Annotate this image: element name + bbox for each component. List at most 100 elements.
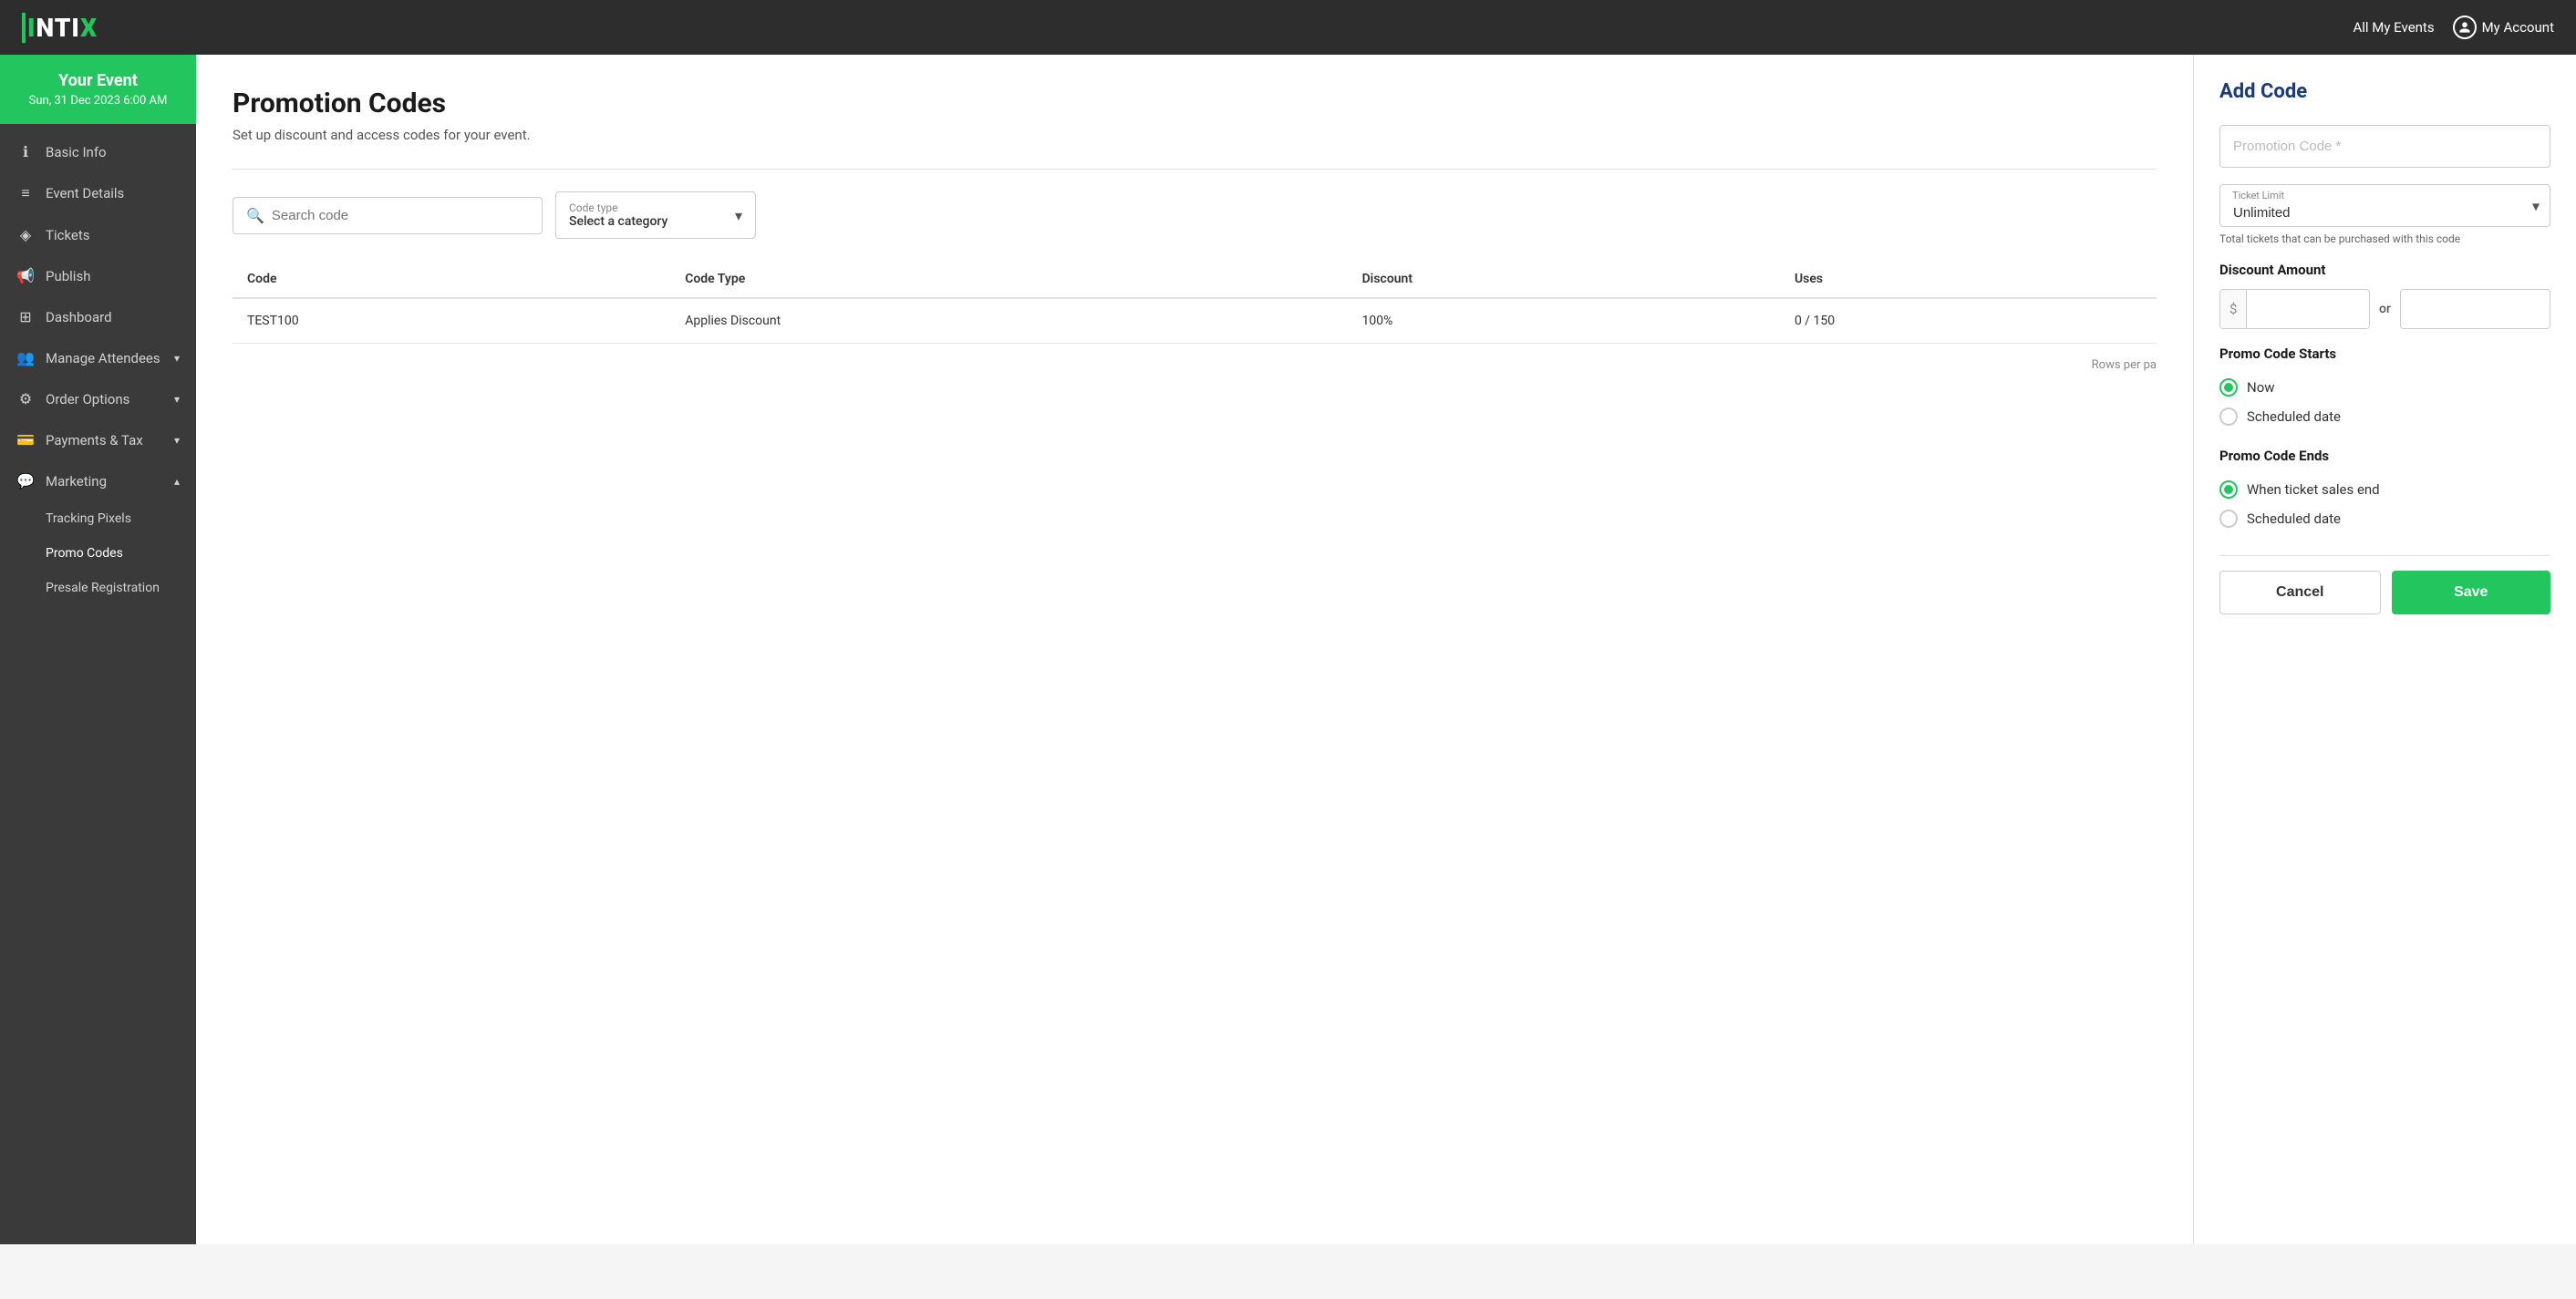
sidebar-item-dashboard[interactable]: ⊞ Dashboard bbox=[0, 296, 196, 337]
sidebar-sub-item-presale-registration[interactable]: Presale Registration bbox=[0, 571, 196, 605]
promo-ends-group: Promo Code Ends When ticket sales end Sc… bbox=[2219, 448, 2550, 533]
percent-input-wrap: % bbox=[2400, 289, 2550, 329]
sub-item-label: Presale Registration bbox=[46, 581, 160, 595]
sidebar: Your Event Sun, 31 Dec 2023 6:00 AM ℹ Ba… bbox=[0, 55, 196, 1244]
radio-circle-selected bbox=[2219, 378, 2238, 397]
logo-text: INTIX bbox=[22, 13, 98, 43]
sidebar-item-label: Dashboard bbox=[46, 309, 112, 325]
sidebar-item-label: Event Details bbox=[46, 185, 124, 201]
ends-ticket-sales-option[interactable]: When ticket sales end bbox=[2219, 475, 2550, 504]
main-content: Promotion Codes Set up discount and acce… bbox=[196, 55, 2193, 1244]
table-cell-code: TEST100 bbox=[233, 298, 670, 344]
page-title: Promotion Codes bbox=[233, 88, 2157, 119]
info-icon: ℹ bbox=[16, 143, 35, 160]
save-button[interactable]: Save bbox=[2392, 571, 2551, 614]
radio-circle-selected bbox=[2219, 480, 2238, 499]
sidebar-sub-item-promo-codes[interactable]: Promo Codes bbox=[0, 536, 196, 571]
chevron-down-icon: ▾ bbox=[735, 207, 742, 224]
panel-title: Add Code bbox=[2219, 80, 2550, 103]
publish-icon: 📢 bbox=[16, 267, 35, 284]
sub-item-label: Tracking Pixels bbox=[46, 511, 131, 526]
starts-radio-group: Now Scheduled date bbox=[2219, 373, 2550, 431]
ends-scheduled-label: Scheduled date bbox=[2247, 510, 2341, 527]
promo-ends-label: Promo Code Ends bbox=[2219, 448, 2550, 464]
radio-circle-unselected bbox=[2219, 510, 2238, 528]
event-name: Your Event bbox=[15, 71, 181, 90]
promo-table: Code Code Type Discount Uses TEST100 App… bbox=[233, 261, 2157, 344]
promo-starts-label: Promo Code Starts bbox=[2219, 345, 2550, 362]
table-header-code-type: Code Type bbox=[670, 261, 1347, 298]
chevron-up-icon: ▴ bbox=[174, 475, 180, 488]
cancel-button[interactable]: Cancel bbox=[2219, 571, 2381, 614]
payments-icon: 💳 bbox=[16, 431, 35, 448]
promo-starts-group: Promo Code Starts Now Scheduled date bbox=[2219, 345, 2550, 431]
chevron-down-icon: ▾ bbox=[174, 352, 180, 365]
ends-ticket-sales-label: When ticket sales end bbox=[2247, 481, 2380, 498]
search-input[interactable] bbox=[272, 208, 529, 223]
event-date: Sun, 31 Dec 2023 6:00 AM bbox=[15, 94, 181, 108]
starts-now-option[interactable]: Now bbox=[2219, 373, 2550, 402]
ends-scheduled-option[interactable]: Scheduled date bbox=[2219, 504, 2550, 533]
sidebar-item-tickets[interactable]: ◈ Tickets bbox=[0, 214, 196, 255]
ticket-icon: ◈ bbox=[16, 226, 35, 243]
promo-code-input[interactable] bbox=[2219, 125, 2550, 168]
sidebar-item-marketing[interactable]: 💬 Marketing ▴ bbox=[0, 460, 196, 501]
sidebar-item-label: Payments & Tax bbox=[46, 432, 143, 448]
sidebar-item-label: Marketing bbox=[46, 473, 107, 490]
table-row: TEST100 Applies Discount 100% 0 / 150 bbox=[233, 298, 2157, 344]
sidebar-item-label: Publish bbox=[46, 268, 90, 284]
sidebar-event-info: Your Event Sun, 31 Dec 2023 6:00 AM bbox=[0, 55, 196, 124]
ends-radio-group: When ticket sales end Scheduled date bbox=[2219, 475, 2550, 533]
topnav-right: All My Events My Account bbox=[2353, 15, 2554, 39]
discount-row: $ or % bbox=[2219, 289, 2550, 329]
sidebar-item-payments-tax[interactable]: 💳 Payments & Tax ▾ bbox=[0, 419, 196, 460]
table-header-code: Code bbox=[233, 261, 670, 298]
sidebar-item-manage-attendees[interactable]: 👥 Manage Attendees ▾ bbox=[0, 337, 196, 378]
my-account-button[interactable]: My Account bbox=[2453, 15, 2554, 39]
list-icon: ≡ bbox=[16, 184, 35, 202]
dollar-input[interactable] bbox=[2247, 291, 2370, 328]
table-cell-code-type: Applies Discount bbox=[670, 298, 1347, 344]
attendees-icon: 👥 bbox=[16, 349, 35, 366]
settings-icon: ⚙ bbox=[16, 390, 35, 407]
radio-circle-unselected bbox=[2219, 407, 2238, 426]
chevron-down-icon: ▾ bbox=[174, 393, 180, 406]
account-icon bbox=[2453, 15, 2477, 39]
ticket-limit-wrapper: Ticket Limit Unlimited ▾ bbox=[2219, 184, 2550, 227]
sidebar-item-label: Tickets bbox=[46, 227, 90, 243]
sidebar-item-basic-info[interactable]: ℹ Basic Info bbox=[0, 131, 196, 172]
sidebar-sub-item-tracking-pixels[interactable]: Tracking Pixels bbox=[0, 501, 196, 536]
sidebar-navigation: ℹ Basic Info ≡ Event Details ◈ Tickets 📢… bbox=[0, 124, 196, 1244]
dollar-prefix: $ bbox=[2220, 290, 2247, 328]
code-type-filter[interactable]: Code type Select a category ▾ bbox=[555, 191, 756, 239]
search-box[interactable]: 🔍 bbox=[233, 197, 543, 234]
right-panel: Add Code Ticket Limit Unlimited ▾ Total … bbox=[2193, 55, 2576, 1244]
sidebar-item-label: Basic Info bbox=[46, 144, 107, 160]
divider bbox=[233, 169, 2157, 170]
ticket-limit-select[interactable]: Unlimited bbox=[2219, 184, 2550, 227]
sidebar-item-label: Manage Attendees bbox=[46, 350, 160, 366]
rows-per-page: Rows per pa bbox=[233, 358, 2157, 372]
table-header-discount: Discount bbox=[1348, 261, 1780, 298]
all-events-link[interactable]: All My Events bbox=[2353, 19, 2434, 36]
filter-value: Select a category bbox=[569, 214, 667, 229]
sidebar-item-order-options[interactable]: ⚙ Order Options ▾ bbox=[0, 378, 196, 419]
sidebar-item-publish[interactable]: 📢 Publish bbox=[0, 255, 196, 296]
starts-scheduled-option[interactable]: Scheduled date bbox=[2219, 402, 2550, 431]
sidebar-item-label: Order Options bbox=[46, 391, 129, 407]
dashboard-icon: ⊞ bbox=[16, 308, 35, 325]
logo[interactable]: INTIX bbox=[22, 13, 98, 43]
table-header-uses: Uses bbox=[1780, 261, 2157, 298]
filter-row: 🔍 Code type Select a category ▾ bbox=[233, 191, 2157, 239]
radio-inner bbox=[2224, 485, 2233, 494]
percent-input[interactable] bbox=[2401, 291, 2550, 328]
or-text: or bbox=[2379, 302, 2391, 316]
ticket-limit-group: Ticket Limit Unlimited ▾ Total tickets t… bbox=[2219, 184, 2550, 245]
ticket-limit-hint: Total tickets that can be purchased with… bbox=[2219, 232, 2550, 245]
radio-inner bbox=[2224, 383, 2233, 392]
dollar-input-wrap: $ bbox=[2219, 289, 2370, 329]
filter-label: Code type bbox=[569, 201, 667, 214]
starts-now-label: Now bbox=[2247, 379, 2275, 396]
starts-scheduled-label: Scheduled date bbox=[2247, 408, 2341, 425]
sidebar-item-event-details[interactable]: ≡ Event Details bbox=[0, 172, 196, 214]
